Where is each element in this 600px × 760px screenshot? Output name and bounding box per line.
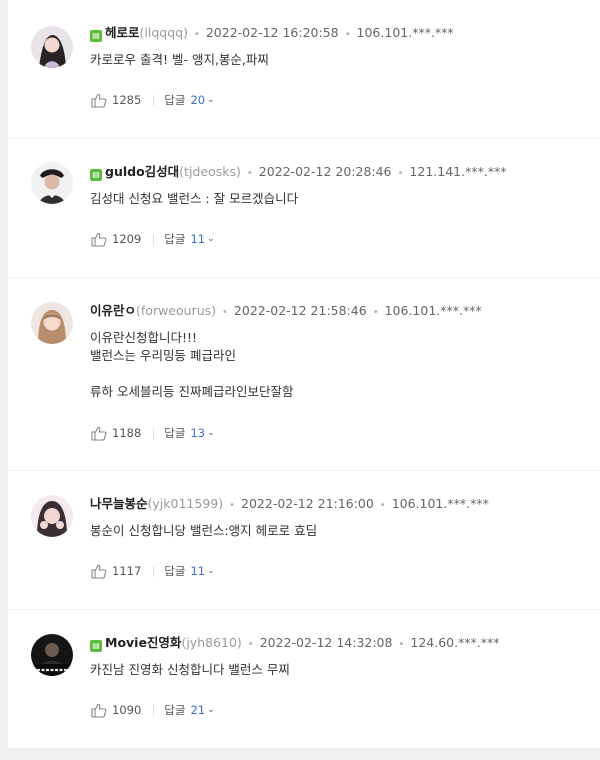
comment-list: ▤ 헤로로(llqqqq) • 2022-02-12 16:20:58 • 106.101… <box>0 0 600 760</box>
nickname[interactable]: Movie진영화 <box>105 635 181 650</box>
comment-line: 봉순이 신청합니당 밸런스:앵지 헤로로 효딤 <box>90 523 318 538</box>
divider <box>153 427 155 439</box>
comment-item: ▤ Movie진영화(jyh8610) • 2022-02-12 14:32:08 • 1… <box>8 610 600 748</box>
reply-label[interactable]: 답글 <box>164 230 185 248</box>
comment-line: 김성대 신청요 밸런스 : 잘 모르겠습니다 <box>90 191 299 206</box>
comment-line: 류하 오세블리등 진짜폐급라인보단잘함 <box>90 384 294 399</box>
thumbs-up-icon[interactable] <box>90 92 108 108</box>
separator-dot: • <box>193 29 200 40</box>
comment-item: ▤ guldo김성대(tjdeosks) • 2022-02-12 20:28:46 •… <box>8 139 600 277</box>
comment-actions: 1285 답글 20 ⌄ <box>90 91 215 109</box>
chevron-down-icon[interactable]: ⌄ <box>207 701 215 719</box>
comment-line: 밸런스는 우리밍등 폐급라인 <box>90 348 236 363</box>
comment-line: 이유란신청합니다!!! <box>90 330 198 345</box>
ip-address: 106.101.***.*** <box>384 303 482 318</box>
avatar[interactable] <box>31 162 73 204</box>
separator-dot: • <box>229 500 236 511</box>
comment-item: ▤ 헤로로(llqqqq) • 2022-02-12 16:20:58 • 106.101… <box>8 0 600 138</box>
avatar[interactable] <box>31 634 73 676</box>
thumbs-up-icon[interactable] <box>90 231 108 247</box>
separator-dot: • <box>222 307 228 318</box>
thumbs-up-icon[interactable] <box>90 702 108 718</box>
chevron-down-icon[interactable]: ⌄ <box>207 424 215 442</box>
comment-meta: ▤ guldo김성대(tjdeosks) • 2022-02-12 20:28:46 •… <box>90 164 507 181</box>
reply-count[interactable]: 20 <box>190 91 205 109</box>
reply-label[interactable]: 답글 <box>164 701 185 719</box>
like-count[interactable]: 1188 <box>112 424 141 442</box>
comment-body: 김성대 신청요 밸런스 : 잘 모르겠습니다 <box>90 190 298 208</box>
separator-dot: • <box>247 639 254 650</box>
avatar[interactable] <box>31 26 73 68</box>
separator-dot: • <box>398 639 405 650</box>
separator-dot: • <box>246 168 253 179</box>
ip-address: 106.101.***.*** <box>391 496 489 511</box>
comment-actions: 1209 답글 11 ⌄ <box>90 230 215 248</box>
comment-meta: ▤ 헤로로(llqqqq) • 2022-02-12 16:20:58 • 106.101… <box>90 25 454 42</box>
user-id[interactable]: (yjk011599) <box>148 496 224 511</box>
comment-date: 2022-02-12 20:28:46 <box>258 164 392 179</box>
comment-actions: 1090 답글 21 ⌄ <box>90 701 215 719</box>
comment-actions: 1117 답글 11 ⌄ <box>90 562 215 580</box>
user-id[interactable]: (forweourus) <box>136 303 216 318</box>
ip-address: 124.60.***.*** <box>410 635 500 650</box>
comment-body: 봉순이 신청합니당 밸런스:앵지 헤로로 효딤 <box>90 522 317 540</box>
comment-badge-icon: ▤ <box>90 30 102 42</box>
chevron-down-icon[interactable]: ⌄ <box>207 562 215 580</box>
divider <box>153 233 155 245</box>
avatar[interactable] <box>31 495 73 537</box>
comment-line <box>90 365 293 383</box>
comment-badge-icon: ▤ <box>90 640 102 652</box>
divider <box>153 565 155 577</box>
chevron-down-icon[interactable]: ⌄ <box>207 230 215 248</box>
reply-count[interactable]: 21 <box>190 701 205 719</box>
comment-meta: 나무늘봉순(yjk011599) • 2022-02-12 21:16:00 • 106… <box>90 496 489 512</box>
nickname[interactable]: guldo김성대 <box>105 164 179 179</box>
comment-meta: 이유란ㅇ(forweourus) • 2022-02-12 21:58:46 • 106… <box>90 303 482 319</box>
divider <box>153 704 155 716</box>
separator-dot: • <box>397 168 404 179</box>
separator-dot: • <box>344 29 351 40</box>
chevron-down-icon[interactable]: ⌄ <box>207 91 215 109</box>
like-count[interactable]: 1209 <box>112 230 141 248</box>
nickname[interactable]: 이유란ㅇ <box>90 303 136 318</box>
reply-count[interactable]: 11 <box>190 562 205 580</box>
reply-count[interactable]: 11 <box>190 230 205 248</box>
nickname[interactable]: 헤로로 <box>105 25 140 40</box>
ip-address: 106.101.***.*** <box>356 25 454 40</box>
comment-item: 나무늘봉순(yjk011599) • 2022-02-12 21:16:00 • 106… <box>8 471 600 609</box>
comment-body: 카진남 진영화 신청합니다 밸런스 무찌 <box>90 661 290 679</box>
comment-line: 카진남 진영화 신청합니다 밸런스 무찌 <box>90 662 290 677</box>
like-count[interactable]: 1285 <box>112 91 141 109</box>
separator-dot: • <box>379 500 386 511</box>
comment-date: 2022-02-12 21:16:00 <box>241 496 374 511</box>
divider <box>153 94 155 106</box>
nickname[interactable]: 나무늘봉순 <box>90 496 148 511</box>
comment-actions: 1188 답글 13 ⌄ <box>90 424 215 442</box>
like-count[interactable]: 1117 <box>112 562 141 580</box>
ip-address: 121.141.***.*** <box>409 164 507 179</box>
reply-label[interactable]: 답글 <box>164 562 185 580</box>
reply-label[interactable]: 답글 <box>164 424 185 442</box>
user-id[interactable]: (jyh8610) <box>181 635 241 650</box>
reply-count[interactable]: 13 <box>190 424 205 442</box>
comment-item: 이유란ㅇ(forweourus) • 2022-02-12 21:58:46 • 106… <box>8 278 600 470</box>
comment-date: 2022-02-12 14:32:08 <box>259 635 393 650</box>
thumbs-up-icon[interactable] <box>90 563 108 579</box>
comment-body: 카로로우 출격! 벨- 앵지,봉순,파찌 <box>90 51 269 69</box>
separator-dot: • <box>372 307 379 318</box>
comment-date: 2022-02-12 16:20:58 <box>205 25 339 40</box>
comment-line: 카로로우 출격! 벨- 앵지,봉순,파찌 <box>90 52 269 67</box>
comment-meta: ▤ Movie진영화(jyh8610) • 2022-02-12 14:32:08 • 1… <box>90 635 500 652</box>
comment-body: 이유란신청합니다!!! 밸런스는 우리밍등 폐급라인 류하 오세블리등 진짜폐급… <box>90 329 293 401</box>
avatar[interactable] <box>31 302 73 344</box>
comment-badge-icon: ▤ <box>90 169 102 181</box>
user-id[interactable]: (tjdeosks) <box>179 164 241 179</box>
comment-date: 2022-02-12 21:58:46 <box>233 303 367 318</box>
like-count[interactable]: 1090 <box>112 701 141 719</box>
reply-label[interactable]: 답글 <box>164 91 185 109</box>
user-id[interactable]: (llqqqq) <box>140 25 188 40</box>
thumbs-up-icon[interactable] <box>90 425 108 441</box>
